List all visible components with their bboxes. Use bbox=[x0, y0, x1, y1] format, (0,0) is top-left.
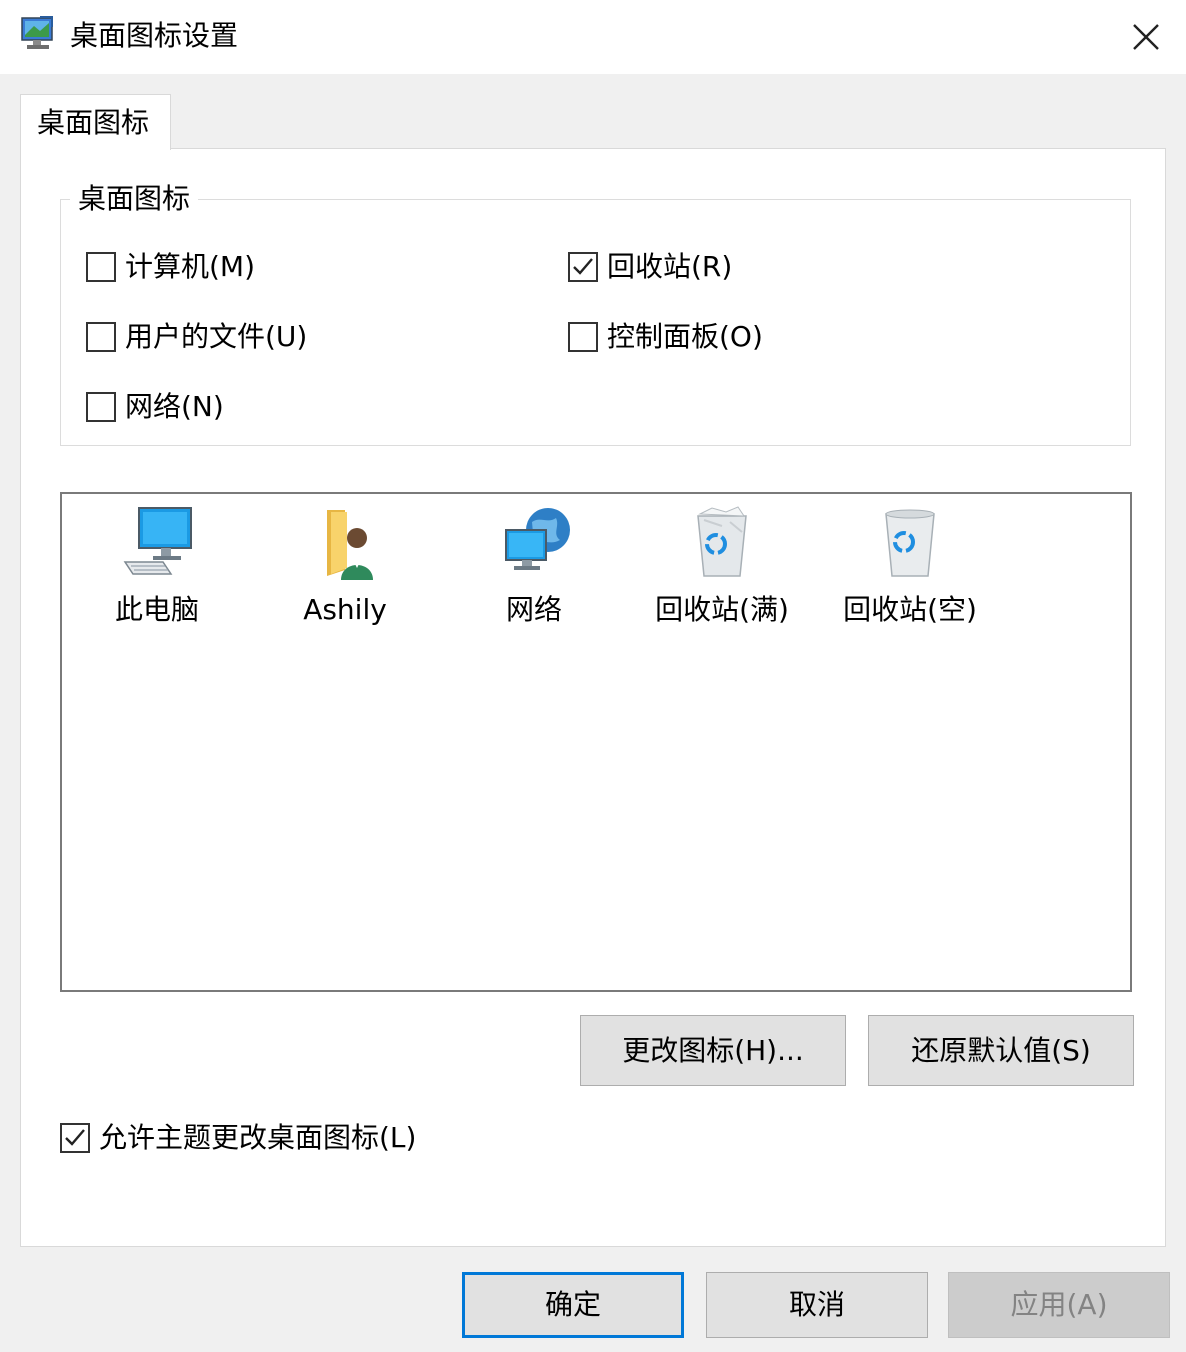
checkbox-recycle-bin[interactable]: 回收站(R) bbox=[568, 247, 732, 287]
change-icon-button[interactable]: 更改图标(H)... bbox=[580, 1015, 846, 1086]
user-folder-icon bbox=[327, 510, 373, 580]
close-icon bbox=[1133, 24, 1159, 50]
desktop-icon-settings-dialog: 桌面图标设置 桌面图标 桌面图标 计算机(M) 回收站(R) 用户的文件(U) … bbox=[0, 0, 1186, 1352]
preview-item-network[interactable]: 网络 bbox=[444, 504, 624, 630]
tab-desktop-icons[interactable]: 桌面图标 bbox=[20, 94, 171, 150]
checkbox-box[interactable] bbox=[86, 252, 116, 282]
checkbox-label: 网络(N) bbox=[125, 390, 224, 423]
preview-item-label: Ashily bbox=[303, 593, 387, 626]
preview-item-label: 回收站(空) bbox=[843, 593, 977, 626]
checkbox-box[interactable] bbox=[568, 322, 598, 352]
checkbox-label: 用户的文件(U) bbox=[125, 320, 308, 353]
preview-item-label: 网络 bbox=[505, 593, 562, 626]
monitor-settings-icon bbox=[20, 15, 56, 55]
checkbox-user-files[interactable]: 用户的文件(U) bbox=[86, 317, 307, 357]
preview-item-recycle-bin-empty[interactable]: 回收站(空) bbox=[820, 504, 1000, 630]
apply-button: 应用(A) bbox=[948, 1272, 1170, 1338]
checkbox-label: 回收站(R) bbox=[607, 250, 733, 283]
window-title: 桌面图标设置 bbox=[70, 19, 239, 52]
restore-default-button[interactable]: 还原默认值(S) bbox=[868, 1015, 1134, 1086]
ok-button[interactable]: 确定 bbox=[462, 1272, 684, 1338]
checkbox-box[interactable] bbox=[86, 392, 116, 422]
computer-icon bbox=[123, 507, 192, 575]
checkbox-label: 控制面板(O) bbox=[607, 320, 763, 353]
preview-item-user[interactable]: Ashily bbox=[255, 504, 435, 630]
network-icon bbox=[505, 508, 570, 570]
recycle-bin-full-icon bbox=[697, 506, 747, 577]
checkbox-box[interactable] bbox=[86, 322, 116, 352]
checkbox-network[interactable]: 网络(N) bbox=[86, 387, 224, 427]
preview-item-this-pc[interactable]: 此电脑 bbox=[67, 504, 247, 630]
checkbox-computer[interactable]: 计算机(M) bbox=[86, 247, 255, 287]
preview-item-label: 回收站(满) bbox=[655, 593, 789, 626]
checkmark-icon bbox=[65, 1129, 85, 1146]
checkbox-allow-theme-change[interactable]: 允许主题更改桌面图标(L) bbox=[60, 1118, 416, 1158]
close-button[interactable] bbox=[1116, 12, 1176, 62]
title-bar: 桌面图标设置 bbox=[0, 0, 1186, 74]
tab-label: 桌面图标 bbox=[37, 106, 150, 139]
checkbox-control-panel[interactable]: 控制面板(O) bbox=[568, 317, 763, 357]
checkmark-icon bbox=[573, 258, 593, 275]
checkbox-box[interactable] bbox=[568, 252, 598, 282]
checkbox-box[interactable] bbox=[60, 1123, 90, 1153]
preview-item-label: 此电脑 bbox=[114, 593, 199, 626]
group-legend: 桌面图标 bbox=[70, 180, 199, 218]
cancel-button[interactable]: 取消 bbox=[706, 1272, 928, 1338]
checkbox-label: 允许主题更改桌面图标(L) bbox=[99, 1121, 417, 1154]
preview-item-recycle-bin-full[interactable]: 回收站(满) bbox=[632, 504, 812, 630]
recycle-bin-empty-icon bbox=[885, 509, 935, 577]
checkbox-label: 计算机(M) bbox=[125, 250, 256, 283]
